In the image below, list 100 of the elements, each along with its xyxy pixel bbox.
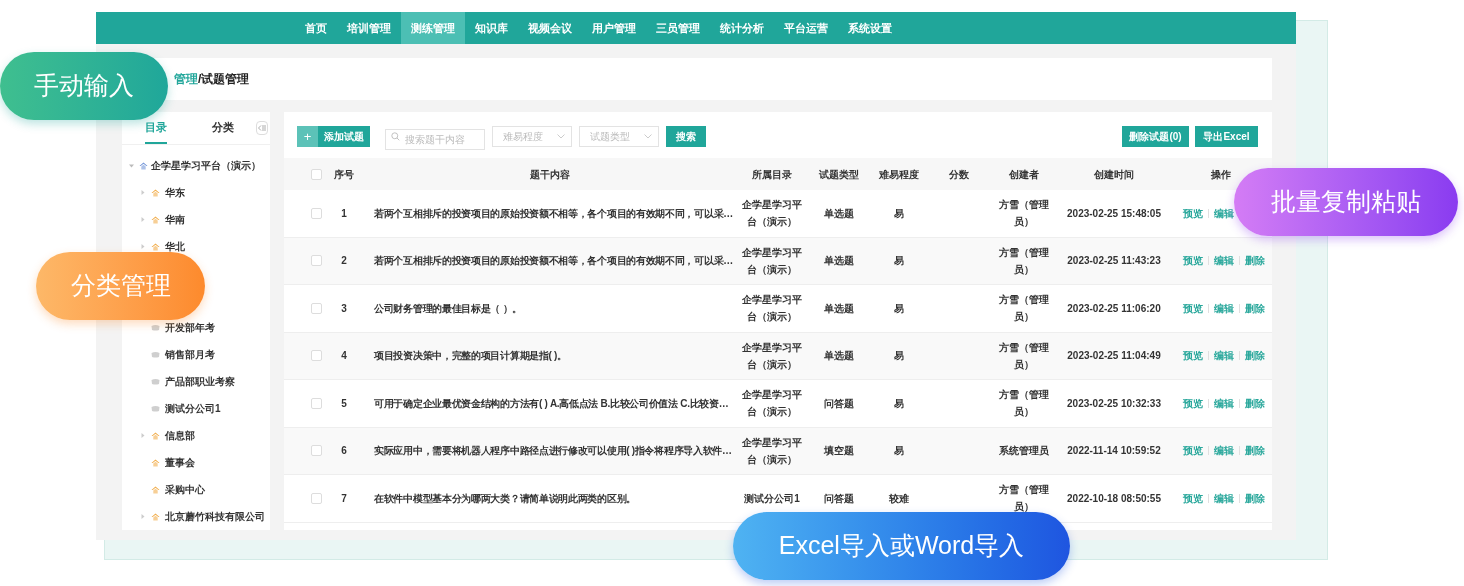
- nav-tab[interactable]: 系统设置: [838, 12, 902, 44]
- table-cell-text: 2022-10-18 08:50:55: [1067, 491, 1161, 506]
- action-link[interactable]: 预览: [1183, 253, 1203, 269]
- table-cell-text: 单选题: [823, 301, 854, 316]
- checkbox[interactable]: [311, 445, 322, 457]
- checkbox[interactable]: [311, 207, 322, 219]
- checkbox[interactable]: [311, 492, 322, 504]
- action-link[interactable]: 预览: [1183, 300, 1203, 316]
- action-link[interactable]: 预览: [1183, 348, 1203, 364]
- action-link[interactable]: 预览: [1183, 443, 1203, 459]
- action-link[interactable]: 删除: [1245, 300, 1265, 316]
- nav-tab[interactable]: 用户管理: [582, 12, 646, 44]
- column-header: 题干内容: [530, 167, 570, 182]
- house-icon: [151, 188, 160, 197]
- table-cell-text: 方雪（管理员）: [998, 388, 1050, 420]
- action-link[interactable]: 预览: [1183, 490, 1203, 506]
- table-cell-text: 系统管理员: [998, 444, 1050, 459]
- table-cell-text: 企学星学习平台（演示）: [741, 340, 803, 372]
- table-cell-text: 单选题: [823, 349, 854, 364]
- table-cell-text: 方雪（管理员）: [998, 198, 1050, 230]
- action-link[interactable]: 编辑: [1214, 395, 1234, 411]
- tree-item[interactable]: 产品部职业考察: [165, 374, 235, 389]
- table-cell-text: 项目投资决策中，完整的项目计算期是指( )。: [374, 349, 567, 364]
- tree-item[interactable]: 北京蘑竹科技有限公司: [165, 509, 265, 524]
- checkbox[interactable]: [311, 168, 322, 180]
- action-link[interactable]: 编辑: [1214, 490, 1234, 506]
- nav-tab[interactable]: 知识库: [465, 12, 518, 44]
- tree-item[interactable]: 华北: [165, 239, 185, 254]
- column-header: 试题类型: [818, 167, 859, 182]
- action-link[interactable]: 删除: [1245, 348, 1265, 364]
- tree-item[interactable]: 信息部: [165, 428, 195, 443]
- column-header: 序号: [334, 167, 354, 182]
- column-header: 操作: [1210, 167, 1231, 182]
- table-cell-text: 填空题: [823, 444, 854, 459]
- action-link[interactable]: 编辑: [1214, 443, 1234, 459]
- table-cell-text: 2022-11-14 10:59:52: [1067, 444, 1161, 459]
- chevron-down-icon: [557, 134, 565, 139]
- tree-item[interactable]: 华南: [165, 212, 185, 227]
- caret-right-icon[interactable]: [141, 217, 145, 222]
- tree-item[interactable]: 测试分公司1: [165, 401, 221, 416]
- table-cell-text: 企学星学习平台（演示）: [741, 245, 803, 277]
- export-excel-button[interactable]: 导出Excel: [1195, 126, 1258, 147]
- table-cell-text: 6: [341, 444, 347, 459]
- nav-tab[interactable]: 培训管理: [337, 12, 401, 44]
- table-cell-text: 若两个互相排斥的投资项目的原始投资额不相等，各个项目的有效期不同，可以采…: [374, 206, 733, 221]
- feature-badge: 分类管理: [36, 252, 205, 320]
- tree-item[interactable]: 华东: [165, 185, 185, 200]
- action-link[interactable]: 预览: [1183, 205, 1203, 221]
- action-link[interactable]: 删除: [1245, 443, 1265, 459]
- column-header: 分数: [949, 167, 969, 182]
- nav-tab[interactable]: 统计分析: [710, 12, 774, 44]
- table-cell-text: 企学星学习平台（演示）: [741, 293, 803, 325]
- house-icon: [151, 485, 160, 494]
- caret-down-icon[interactable]: [128, 163, 134, 168]
- house-icon: [151, 215, 160, 224]
- action-link[interactable]: 编辑: [1214, 348, 1234, 364]
- table-cell-text: 2023-02-25 15:48:05: [1067, 206, 1161, 221]
- nav-tab[interactable]: 测练管理: [401, 12, 465, 44]
- checkbox[interactable]: [311, 302, 322, 314]
- caret-right-icon[interactable]: [141, 244, 145, 249]
- checkbox[interactable]: [311, 350, 322, 362]
- nav-tab[interactable]: 三员管理: [646, 12, 710, 44]
- table-cell-text: 方雪（管理员）: [998, 245, 1050, 277]
- action-link[interactable]: 删除: [1245, 395, 1265, 411]
- action-link[interactable]: 编辑: [1214, 205, 1234, 221]
- table-cell-text: 在软件中模型基本分为哪两大类？请简单说明此两类的区别。: [374, 491, 636, 506]
- table-cell-text: 2: [341, 254, 347, 269]
- nav-tab[interactable]: 首页: [295, 12, 337, 44]
- tree-item[interactable]: 企学星学习平台（演示）: [151, 158, 261, 173]
- caret-right-icon[interactable]: [141, 514, 145, 519]
- dropdown[interactable]: 难易程度: [492, 126, 572, 147]
- house-icon: [151, 458, 160, 467]
- action-link[interactable]: 编辑: [1214, 253, 1234, 269]
- table-cell-text: 2023-02-25 11:43:23: [1067, 254, 1161, 269]
- delete-questions-button[interactable]: 删除试题(0): [1122, 126, 1189, 147]
- table-cell-text: 方雪（管理员）: [998, 340, 1050, 372]
- checkbox[interactable]: [311, 255, 322, 267]
- table-cell-text: 问答题: [823, 396, 854, 411]
- collapse-icon[interactable]: [256, 121, 268, 135]
- table-cell-text: 易: [894, 444, 904, 459]
- sidebar-tab[interactable]: 分类: [211, 112, 234, 144]
- tree-item[interactable]: 采购中心: [165, 482, 205, 497]
- nav-tab[interactable]: 平台运营: [774, 12, 838, 44]
- action-link[interactable]: 编辑: [1214, 300, 1234, 316]
- table-cell-text: 2023-02-25 11:06:20: [1067, 301, 1161, 316]
- tree-item[interactable]: 开发部年考: [165, 320, 215, 335]
- table-cell-text: 易: [894, 396, 904, 411]
- tree-item[interactable]: 销售部月考: [165, 347, 215, 362]
- action-link[interactable]: 删除: [1245, 253, 1265, 269]
- tree-item[interactable]: 董事会: [165, 455, 195, 470]
- checkbox[interactable]: [311, 397, 322, 409]
- column-header: 难易程度: [879, 167, 919, 182]
- action-link[interactable]: 删除: [1245, 490, 1265, 506]
- add-question-button[interactable]: + 添加试题: [297, 126, 370, 147]
- search-button[interactable]: 搜索: [666, 126, 706, 147]
- caret-right-icon[interactable]: [141, 433, 145, 438]
- action-link[interactable]: 预览: [1183, 395, 1203, 411]
- nav-tab[interactable]: 视频会议: [518, 12, 582, 44]
- caret-right-icon[interactable]: [141, 190, 145, 195]
- table-cell-text: 企学星学习平台（演示）: [741, 388, 803, 420]
